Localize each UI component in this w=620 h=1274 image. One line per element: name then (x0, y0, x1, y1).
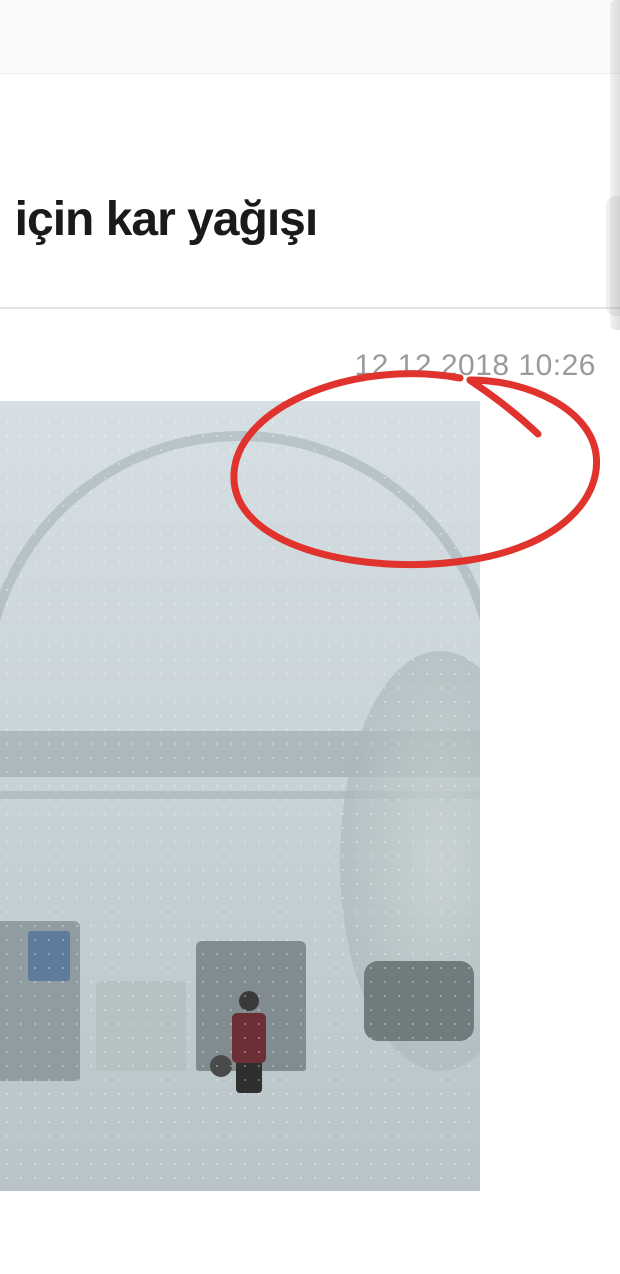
article-timestamp: 12.12.2018 10:26 (354, 349, 596, 382)
headline-area: l için kar yağışı (0, 74, 620, 309)
article-headline: l için kar yağışı (0, 194, 620, 247)
timestamp-row: 12.12.2018 10:26 (0, 309, 620, 401)
device-edge (610, 0, 620, 330)
photo-snow-overlay (0, 401, 480, 1191)
top-bar (0, 0, 620, 74)
article-photo (0, 401, 480, 1191)
